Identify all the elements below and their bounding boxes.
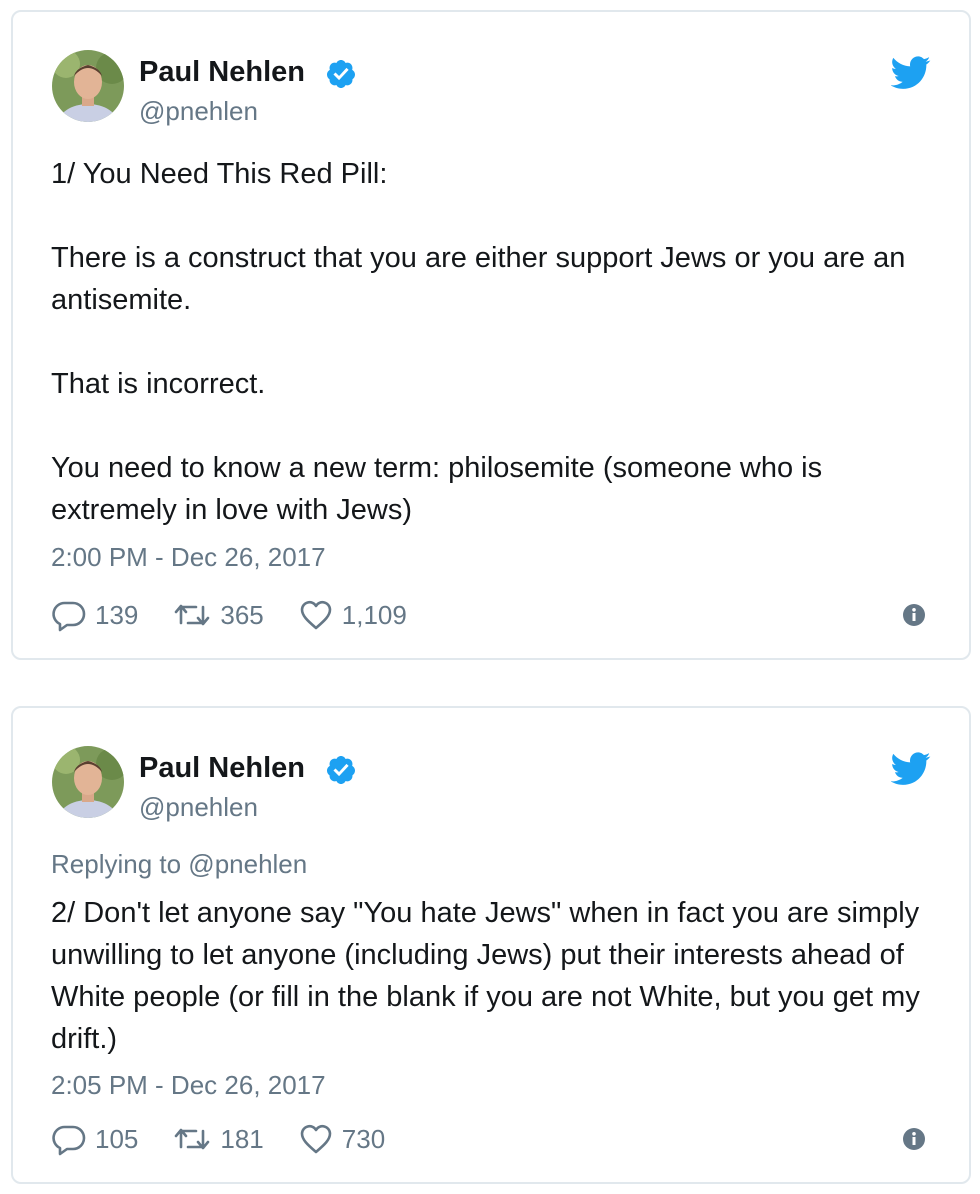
verified-icon [326,756,355,784]
timestamp-link[interactable]: 2:00 PM - Dec 26, 2017 [51,542,326,573]
author-name[interactable]: Paul Nehlen [139,56,305,89]
author-handle[interactable]: @pnehlen [139,792,258,823]
twitter-bird-icon[interactable] [891,56,931,90]
like-icon [300,600,332,630]
retweet-count: 365 [220,599,264,630]
reply-icon [52,601,86,632]
reply-button[interactable]: 105 [51,1121,138,1157]
info-icon[interactable] [903,604,925,626]
reply-button[interactable]: 139 [51,597,138,633]
like-count: 730 [341,1123,386,1154]
tweet-text: 1/ You Need This Red Pill: There is a co… [51,158,906,526]
tweet-card[interactable]: Paul Nehlen @pnehlen Replying to @pnehle… [11,706,971,1184]
verified-icon [326,60,355,88]
reply-icon [52,1125,86,1156]
tweet-actions: 139 365 1,109 [51,597,441,633]
author-handle[interactable]: @pnehlen [139,96,258,127]
tweet-actions: 105 181 730 [51,1121,419,1157]
replying-to-label[interactable]: Replying to @pnehlen [51,849,307,880]
tweet-card[interactable]: Paul Nehlen @pnehlen 1/ You Need This Re… [11,10,971,660]
retweet-icon [175,604,210,626]
tweet-text: 2/ Don't let anyone say "You hate Jews" … [51,897,928,1055]
like-button[interactable]: 730 [298,1121,385,1157]
author-name[interactable]: Paul Nehlen [139,752,305,785]
twitter-bird-icon[interactable] [891,752,931,786]
retweet-icon [175,1128,210,1150]
reply-count: 139 [95,599,139,630]
info-icon[interactable] [903,1128,925,1150]
like-count: 1,109 [341,599,407,630]
reply-count: 105 [95,1123,139,1154]
avatar[interactable] [52,746,124,818]
retweet-button[interactable]: 181 [172,1121,264,1157]
timestamp-link[interactable]: 2:05 PM - Dec 26, 2017 [51,1070,326,1101]
like-icon [300,1124,332,1154]
retweet-count: 181 [220,1123,264,1154]
retweet-button[interactable]: 365 [172,597,264,633]
like-button[interactable]: 1,109 [298,597,407,633]
avatar[interactable] [52,50,124,122]
